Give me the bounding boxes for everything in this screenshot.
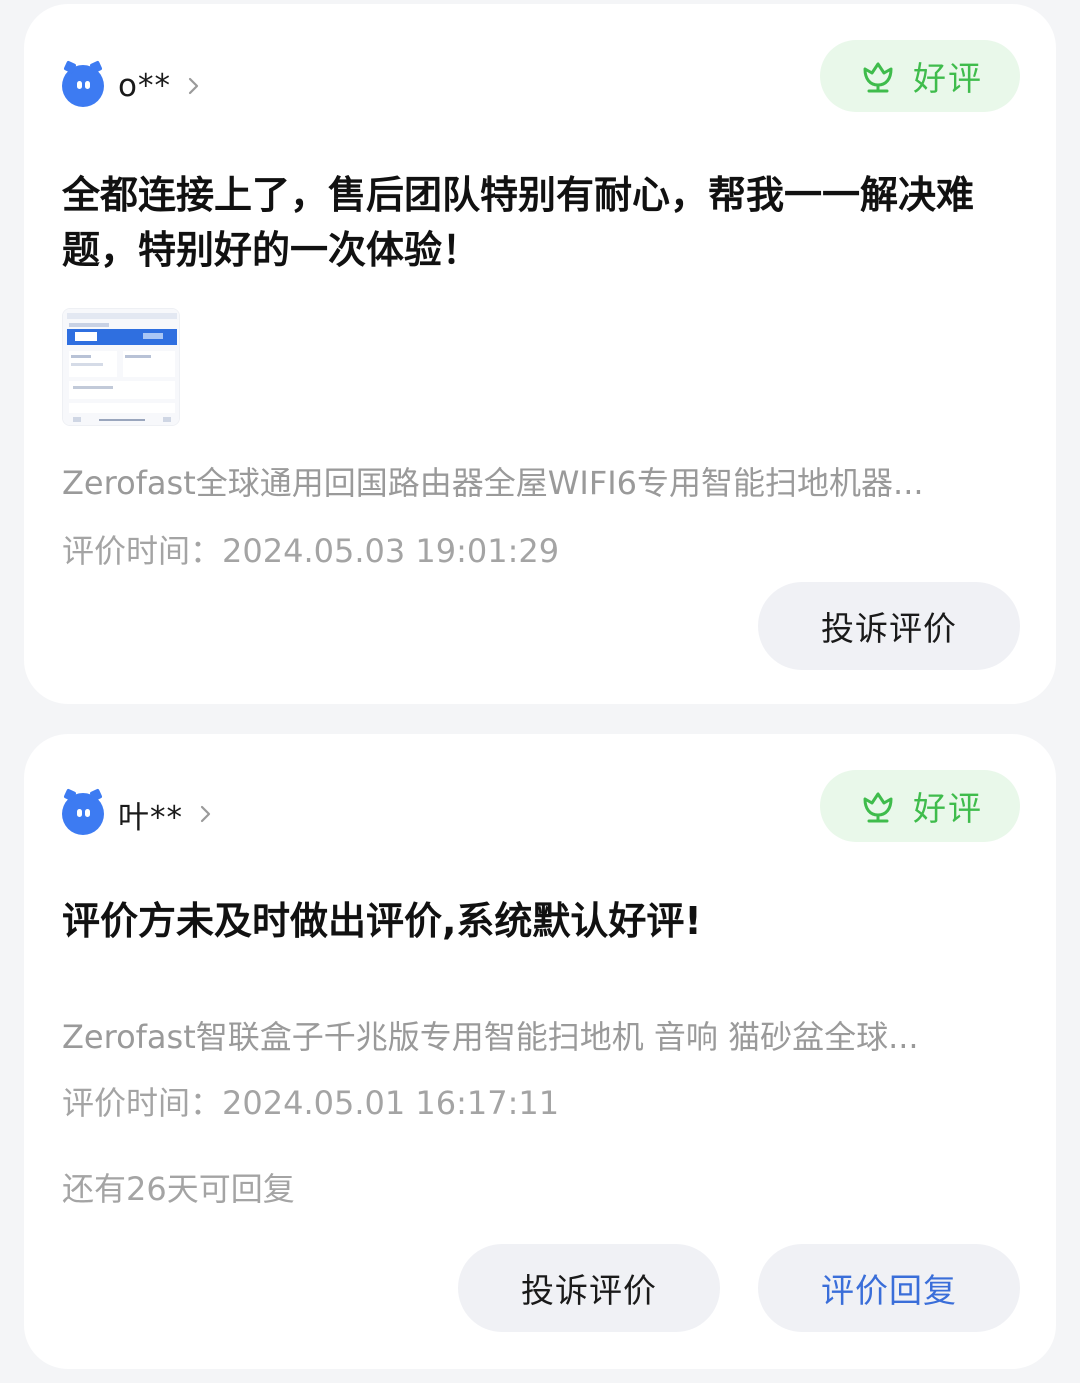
positive-review-badge: 好评 xyxy=(820,40,1020,112)
badge-label: 好评 xyxy=(913,59,983,98)
review-card: 叶** 好评 评价方未及时做出评价,系统默认好评! Zerofast智联盒子千兆… xyxy=(24,734,1056,1369)
review-text: 评价方未及时做出评价,系统默认好评! xyxy=(62,899,702,943)
product-name[interactable]: Zerofast全球通用回国路由器全屋WIFI6专用智能扫地机器... xyxy=(62,458,1012,504)
cat-avatar-icon xyxy=(62,65,104,107)
review-time: 评价时间：2024.05.03 19:01:29 xyxy=(62,532,560,570)
flower-icon xyxy=(863,792,893,823)
reviewer-name[interactable]: o** xyxy=(118,68,171,104)
complain-review-button[interactable]: 投诉评价 xyxy=(458,1244,720,1332)
reply-review-button[interactable]: 评价回复 xyxy=(758,1244,1020,1332)
review-time: 评价时间：2024.05.01 16:17:11 xyxy=(62,1084,560,1122)
flower-icon xyxy=(863,62,893,93)
reviewer-row[interactable]: 叶** xyxy=(62,790,215,838)
review-card: o** 好评 全都连接上了，售后团队特别有耐心，帮我一一解决难题，特别好的一次体… xyxy=(24,4,1056,704)
product-name[interactable]: Zerofast智联盒子千兆版专用智能扫地机 音响 猫砂盆全球... xyxy=(62,1012,1012,1058)
reply-remaining-days: 还有26天可回复 xyxy=(62,1170,295,1208)
badge-label: 好评 xyxy=(913,789,983,828)
cat-avatar-icon xyxy=(62,793,104,835)
chevron-right-icon[interactable] xyxy=(185,74,203,98)
reviewer-name[interactable]: 叶** xyxy=(118,792,183,837)
complain-review-button[interactable]: 投诉评价 xyxy=(758,582,1020,670)
review-image-thumbnail[interactable] xyxy=(62,308,180,426)
review-text: 全都连接上了，售后团队特别有耐心，帮我一一解决难题，特别好的一次体验！ xyxy=(62,173,975,272)
chevron-right-icon[interactable] xyxy=(197,802,215,826)
positive-review-badge: 好评 xyxy=(820,770,1020,842)
reviewer-row[interactable]: o** xyxy=(62,62,203,110)
